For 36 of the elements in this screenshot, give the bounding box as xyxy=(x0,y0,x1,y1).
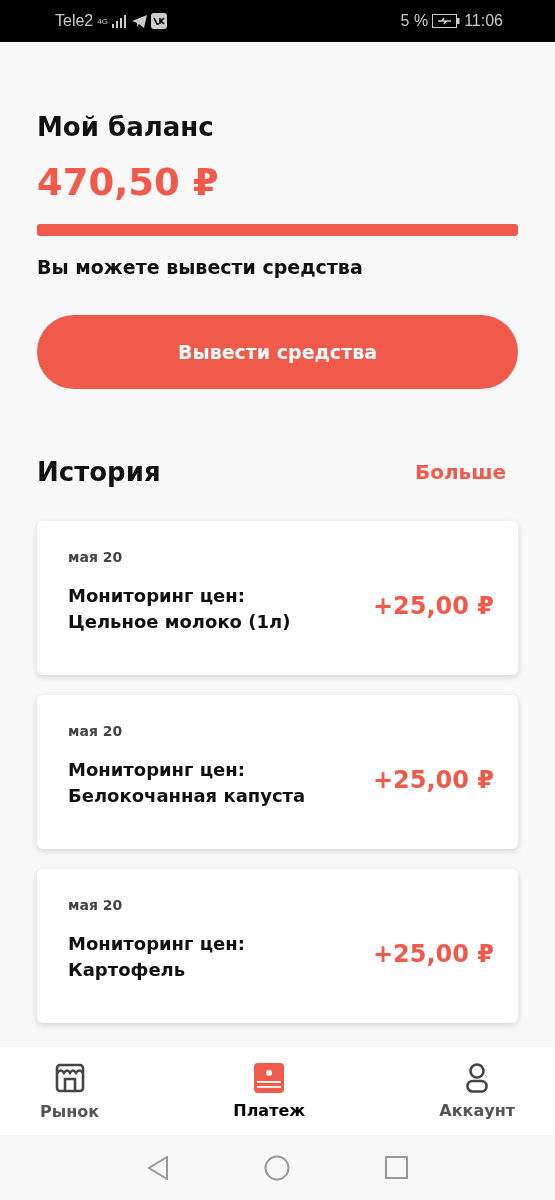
recents-icon[interactable] xyxy=(385,1156,408,1179)
paper-plane-icon xyxy=(131,14,147,28)
history-title: История xyxy=(37,457,161,487)
transaction-title: Мониторинг цен: xyxy=(68,932,245,956)
transaction-subtitle: Белокочанная капуста xyxy=(68,784,306,808)
transaction-card[interactable]: мая 20 Мониторинг цен: Цельное молоко (1л) +25,00 ₽ xyxy=(37,521,518,675)
network-type: 4G xyxy=(97,16,108,26)
transaction-title: Мониторинг цен: xyxy=(68,584,246,608)
balance-amount: 470,50 ₽ xyxy=(37,162,220,204)
balance-title: Мой баланс xyxy=(37,111,215,144)
clock: 11:06 xyxy=(464,12,503,30)
transaction-card[interactable]: мая 20 Мониторинг цен: Белокочанная капуста +25,00 ₽ xyxy=(37,695,518,849)
shop-icon xyxy=(53,1061,86,1094)
transaction-amount: +25,00 ₽ xyxy=(372,592,494,620)
home-icon[interactable] xyxy=(264,1154,290,1181)
signal-icon xyxy=(111,14,128,28)
nav-tab[interactable]: Аккаунт xyxy=(429,1047,525,1135)
transaction-subtitle: Цельное молоко (1л) xyxy=(68,610,291,634)
withdraw-note: Вы можете вывести средства xyxy=(37,256,364,278)
transaction-amount: +25,00 ₽ xyxy=(372,766,494,794)
nav-tab[interactable]: Рынок xyxy=(30,1047,110,1135)
transaction-subtitle: Картофель xyxy=(68,958,187,982)
wallet-icon xyxy=(254,1062,285,1093)
person-icon xyxy=(466,1062,489,1093)
app-icon xyxy=(150,13,167,29)
nav-tab[interactable]: Платеж xyxy=(223,1047,316,1135)
transaction-amount: +25,00 ₽ xyxy=(372,940,494,968)
battery-icon xyxy=(432,14,461,28)
transaction-card[interactable]: мая 20 Мониторинг цен: Картофель +25,00 ₽ xyxy=(37,869,518,1023)
transaction-date: мая 20 xyxy=(68,897,124,913)
transaction-date: мая 20 xyxy=(68,549,124,565)
transaction-date: мая 20 xyxy=(68,723,124,739)
back-icon[interactable] xyxy=(147,1155,169,1180)
carrier-name: Tele2 xyxy=(55,12,94,30)
battery-percent: 5 % xyxy=(400,12,429,30)
transaction-title: Мониторинг цен: xyxy=(68,758,246,782)
